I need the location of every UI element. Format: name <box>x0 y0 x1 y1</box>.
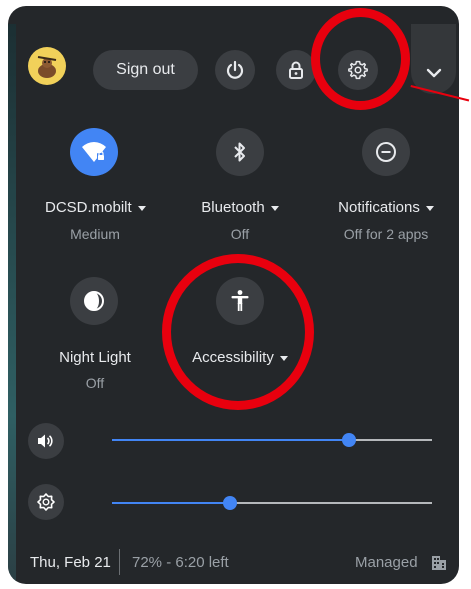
power-button[interactable] <box>215 50 255 90</box>
notifications-icon <box>376 142 396 162</box>
volume-thumb[interactable] <box>341 433 356 447</box>
night-light-icon <box>84 291 104 311</box>
date-label[interactable]: Thu, Feb 21 <box>30 554 111 571</box>
brightness-fill <box>112 502 231 504</box>
bluetooth-toggle[interactable] <box>216 128 264 176</box>
power-icon <box>226 60 244 79</box>
wifi-label[interactable]: DCSD.mobilt <box>45 199 146 216</box>
bluetooth-status: Off <box>230 226 250 242</box>
brightness-icon <box>37 493 55 511</box>
enterprise-icon[interactable] <box>431 555 447 576</box>
wallpaper-edge <box>8 24 16 584</box>
brightness-thumb[interactable] <box>223 496 238 510</box>
collapse-button[interactable] <box>411 24 456 94</box>
notifications-status: Off for 2 apps <box>343 226 429 242</box>
building-icon <box>432 556 446 570</box>
managed-label[interactable]: Managed <box>355 554 418 571</box>
bluetooth-label[interactable]: Bluetooth <box>190 199 290 216</box>
lock-icon <box>289 61 303 79</box>
night-light-label[interactable]: Night Light <box>45 349 145 366</box>
brightness-slider[interactable] <box>112 496 432 510</box>
caret-down-icon <box>270 205 279 211</box>
battery-status: 72% - 6:20 left <box>132 554 229 571</box>
wifi-toggle[interactable] <box>70 128 118 176</box>
volume-icon <box>38 434 53 448</box>
lock-button[interactable] <box>276 50 316 90</box>
notifications-toggle[interactable] <box>362 128 410 176</box>
sign-out-button[interactable]: Sign out <box>93 50 198 90</box>
caret-down-icon <box>425 205 434 211</box>
avatar[interactable] <box>28 47 66 85</box>
notifications-label[interactable]: Notifications <box>326 199 446 216</box>
brightness-button[interactable] <box>28 484 64 520</box>
chevron-down-icon <box>426 68 441 78</box>
night-light-toggle[interactable] <box>70 277 118 325</box>
annotation-circle-settings <box>311 8 410 110</box>
wifi-lock-icon <box>82 142 106 162</box>
volume-fill <box>112 439 349 441</box>
annotation-circle-accessibility <box>162 254 314 410</box>
avatar-image <box>37 56 57 78</box>
caret-down-icon <box>137 205 146 211</box>
bluetooth-icon <box>234 142 245 162</box>
volume-slider[interactable] <box>112 433 432 447</box>
footer-divider <box>119 549 120 575</box>
night-light-status: Off <box>85 375 105 391</box>
wifi-status: Medium <box>70 226 120 242</box>
mute-button[interactable] <box>28 423 64 459</box>
